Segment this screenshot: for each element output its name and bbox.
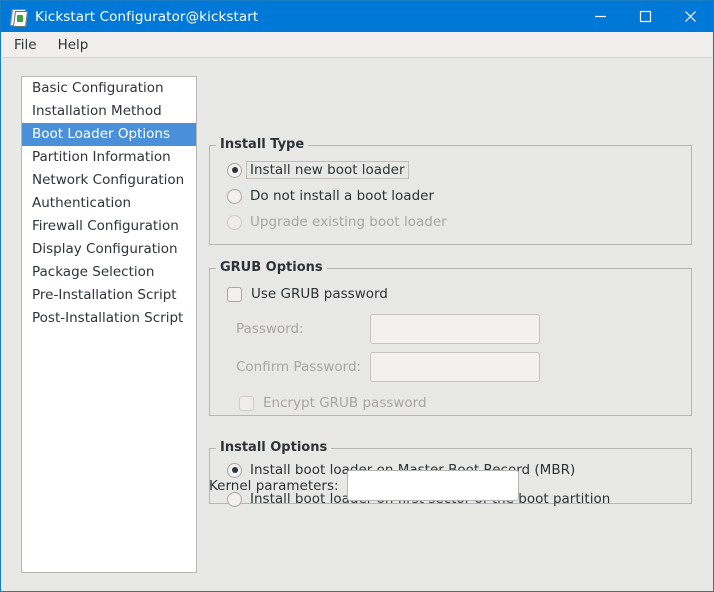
radio-label: Do not install a boot loader: [250, 188, 434, 204]
radio-upgrade-existing-boot-loader: Upgrade existing boot loader: [227, 214, 447, 230]
sidebar-item-package-selection[interactable]: Package Selection: [22, 261, 196, 284]
title-bar: Kickstart Configurator@kickstart: [1, 1, 713, 32]
minimize-icon: [595, 15, 606, 18]
checkbox-use-grub-password[interactable]: Use GRUB password: [227, 286, 388, 302]
sidebar-item-installation-method[interactable]: Installation Method: [22, 100, 196, 123]
radio-indicator-icon: [227, 188, 242, 204]
grub-options-group-title: GRUB Options: [216, 260, 327, 275]
menu-item-help[interactable]: Help: [49, 34, 98, 56]
section-list[interactable]: Basic Configuration Installation Method …: [21, 76, 197, 573]
sidebar-item-boot-loader-options[interactable]: Boot Loader Options: [22, 123, 196, 146]
radio-indicator-icon: [227, 162, 242, 178]
radio-indicator-icon: [227, 462, 242, 478]
maximize-icon: [639, 10, 652, 23]
sidebar-item-partition-information[interactable]: Partition Information: [22, 146, 196, 169]
checkbox-indicator-icon: [239, 395, 254, 411]
radio-do-not-install-boot-loader[interactable]: Do not install a boot loader: [227, 188, 434, 204]
kickstart-configurator-window: Kickstart Configurator@kickstart File He…: [0, 0, 714, 592]
kernel-parameters-input[interactable]: [347, 470, 519, 501]
grub-options-group: GRUB Options Use GRUB password Password:…: [209, 260, 692, 416]
radio-label: Install new boot loader: [246, 161, 409, 179]
checkbox-label: Encrypt GRUB password: [263, 395, 427, 411]
maximize-button[interactable]: [623, 1, 668, 32]
main-content: Basic Configuration Installation Method …: [2, 59, 712, 590]
sidebar-item-basic-configuration[interactable]: Basic Configuration: [22, 77, 196, 100]
sidebar-item-authentication[interactable]: Authentication: [22, 192, 196, 215]
sidebar-item-pre-installation-script[interactable]: Pre-Installation Script: [22, 284, 196, 307]
window-title: Kickstart Configurator@kickstart: [35, 8, 259, 25]
radio-install-new-boot-loader[interactable]: Install new boot loader: [227, 161, 409, 179]
close-button[interactable]: [668, 1, 713, 32]
password-input[interactable]: [370, 314, 540, 344]
close-icon: [685, 11, 696, 22]
checkbox-indicator-icon: [227, 286, 242, 302]
password-label: Password:: [236, 321, 304, 337]
window-controls: [578, 1, 713, 32]
confirm-password-input[interactable]: [370, 352, 540, 382]
checkbox-label: Use GRUB password: [251, 286, 388, 302]
install-type-group-title: Install Type: [216, 137, 309, 152]
menu-item-file[interactable]: File: [5, 34, 46, 56]
kernel-parameters-label: Kernel parameters:: [209, 478, 339, 494]
confirm-password-label: Confirm Password:: [236, 359, 362, 375]
app-icon: [9, 8, 28, 27]
minimize-button[interactable]: [578, 1, 623, 32]
sidebar-item-firewall-configuration[interactable]: Firewall Configuration: [22, 215, 196, 238]
checkbox-encrypt-grub-password: Encrypt GRUB password: [239, 395, 427, 411]
sidebar-item-display-configuration[interactable]: Display Configuration: [22, 238, 196, 261]
install-type-group: Install Type Install new boot loader Do …: [209, 137, 692, 245]
sidebar-item-network-configuration[interactable]: Network Configuration: [22, 169, 196, 192]
menu-bar: File Help: [2, 32, 712, 58]
sidebar-item-post-installation-script[interactable]: Post-Installation Script: [22, 307, 196, 330]
install-options-group-title: Install Options: [216, 440, 332, 455]
radio-indicator-icon: [227, 214, 242, 230]
radio-label: Upgrade existing boot loader: [250, 214, 447, 230]
